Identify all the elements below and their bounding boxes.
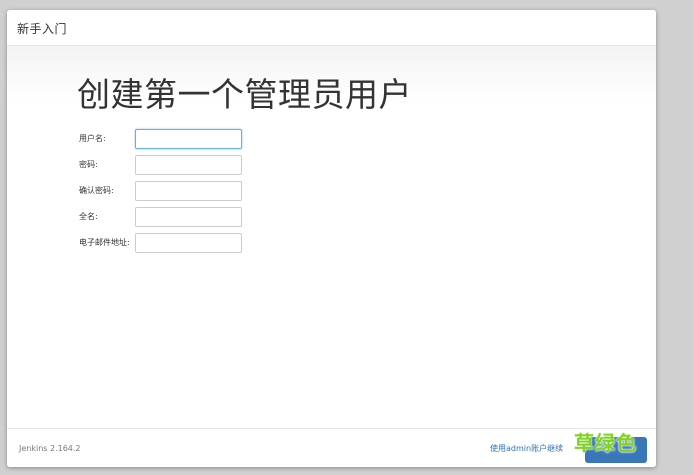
username-row: 用户名:: [79, 129, 319, 149]
username-label: 用户名:: [79, 134, 106, 143]
dialog-footer: Jenkins 2.164.2 使用admin账户继续: [7, 428, 656, 467]
email-label: 电子邮件地址:: [79, 238, 130, 247]
confirm-password-label: 确认密码:: [79, 186, 114, 195]
confirm-password-row: 确认密码:: [79, 181, 319, 201]
confirm-password-input[interactable]: [135, 181, 242, 201]
version-label: Jenkins 2.164.2: [19, 444, 81, 453]
email-row: 电子邮件地址:: [79, 233, 319, 253]
password-row: 密码:: [79, 155, 319, 175]
full-name-row: 全名:: [79, 207, 319, 227]
full-name-label: 全名:: [79, 212, 98, 221]
continue-as-admin-link[interactable]: 使用admin账户继续: [490, 443, 563, 454]
page-title: 创建第一个管理员用户: [77, 75, 412, 114]
username-input[interactable]: [135, 129, 242, 149]
password-label: 密码:: [79, 160, 98, 169]
full-name-input[interactable]: [135, 207, 242, 227]
dialog-header: 新手入门: [7, 10, 656, 46]
dialog-body: 创建第一个管理员用户 用户名: 密码: 确认密码: 全名: 电子邮件地址:: [7, 46, 656, 427]
setup-wizard-dialog: 新手入门 创建第一个管理员用户 用户名: 密码: 确认密码: 全名: 电子邮件地…: [7, 10, 656, 467]
email-input[interactable]: [135, 233, 242, 253]
password-input[interactable]: [135, 155, 242, 175]
watermark-text: 草绿色: [574, 431, 637, 455]
dialog-title: 新手入门: [17, 22, 68, 36]
